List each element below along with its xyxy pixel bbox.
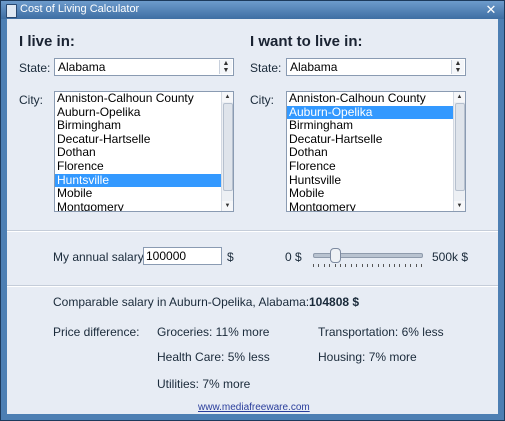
slider-tick [313,264,314,267]
slider-tick [372,264,374,267]
city-list-item[interactable]: Montgomery [287,200,465,211]
city-list-item[interactable]: Anniston-Calhoun County [55,92,233,106]
utilities-diff: Utilities: 7% more [157,377,251,391]
salary-label: My annual salary: [53,250,148,264]
left-state-value: Alabama [58,60,106,74]
city-list-item[interactable]: Auburn-Opelika [55,105,233,120]
slider-tick [421,264,422,267]
housing-diff: Housing: 7% more [318,350,417,364]
scroll-thumb[interactable] [223,103,233,191]
slider-tick [361,264,363,267]
target-location-heading: I want to live in: [250,33,363,50]
slider-tick [383,264,385,267]
left-city-label: City: [19,93,43,107]
right-state-label: State: [250,61,282,75]
salary-unit: $ [227,250,234,264]
city-list-item[interactable]: Mobile [287,187,465,201]
city-list-item[interactable]: Dothan [287,146,465,160]
slider-tick [367,264,368,267]
current-location-heading: I live in: [19,33,75,50]
city-list-item[interactable]: Birmingham [287,119,465,133]
salary-input[interactable]: 100000 [143,247,222,265]
city-list-item[interactable]: Florence [287,159,465,174]
city-list-item[interactable]: Montgomery [55,200,233,211]
window-title: Cost of Living Calculator [20,3,140,15]
app-window: Cost of Living Calculator ✕ I live in: S… [0,0,505,421]
transportation-diff: Transportation: 6% less [318,325,444,339]
slider-tick [404,264,406,267]
scroll-down-icon[interactable]: ▼ [454,201,465,211]
title-bar[interactable]: Cost of Living Calculator ✕ [1,1,504,19]
city-list-item[interactable]: Decatur-Hartselle [287,132,465,147]
slider-tick [399,264,401,267]
scroll-up-icon[interactable]: ▲ [454,92,465,102]
slider-tick [350,264,352,267]
right-city-scrollbar[interactable]: ▲ ▼ [453,92,465,211]
right-state-spinner-icon[interactable]: ▲ ▼ [451,60,464,74]
city-list-item[interactable]: Huntsville [55,173,233,188]
right-state-select[interactable]: Alabama ▲ ▼ [286,58,466,76]
close-button[interactable]: ✕ [483,3,499,17]
slider-max-label: 500k $ [432,250,469,264]
right-city-list[interactable]: Anniston-Calhoun County Auburn-Opelika Bir… [286,91,466,212]
comparable-salary-label: Comparable salary in Auburn-Opelika, Ala… [53,295,310,309]
city-list-item[interactable]: Dothan [55,146,233,160]
salary-slider-thumb[interactable] [329,248,341,263]
scroll-down-icon[interactable]: ▼ [222,201,233,211]
slider-tick [410,264,412,267]
client-area: I live in: State: Alabama ▲ ▼ City: Annis… [7,19,498,414]
city-list-item[interactable]: Mobile [55,187,233,201]
slider-tick [318,264,320,267]
right-city-label: City: [250,93,274,107]
scroll-thumb[interactable] [455,103,465,191]
slider-tick [340,264,341,267]
left-city-scrollbar[interactable]: ▲ ▼ [221,92,233,211]
slider-tick [394,264,395,267]
groceries-diff: Groceries: 11% more [157,325,270,339]
slider-tick [329,264,331,267]
city-list-item[interactable]: Decatur-Hartselle [55,132,233,147]
slider-tick [388,264,390,267]
section-divider [7,230,498,232]
slider-tick [377,264,379,267]
left-state-spinner-icon[interactable]: ▲ ▼ [219,60,232,74]
slider-tick [356,264,358,267]
left-state-label: State: [19,61,51,75]
scroll-up-icon[interactable]: ▲ [222,92,233,102]
comparable-salary-value: 104808 $ [309,295,360,309]
website-link[interactable]: www.mediafreeware.com [198,402,310,413]
city-list-item[interactable]: Florence [55,159,233,174]
right-state-value: Alabama [290,60,338,74]
app-icon [6,4,17,18]
section-divider [7,285,498,287]
slider-tick [323,264,325,267]
left-state-select[interactable]: Alabama ▲ ▼ [54,58,234,76]
slider-tick [345,264,347,267]
city-list-item[interactable]: Anniston-Calhoun County [287,92,465,106]
slider-min-label: 0 $ [285,250,302,264]
price-difference-label: Price difference: [53,325,140,339]
left-city-list[interactable]: Anniston-Calhoun County Auburn-Opelika Bir… [54,91,234,212]
city-list-item[interactable]: Huntsville [287,173,465,188]
slider-tick [415,264,417,267]
health-care-diff: Health Care: 5% less [157,350,270,364]
city-list-item[interactable]: Birmingham [55,119,233,133]
city-list-item[interactable]: Auburn-Opelika [287,105,465,120]
slider-tick [334,264,336,267]
